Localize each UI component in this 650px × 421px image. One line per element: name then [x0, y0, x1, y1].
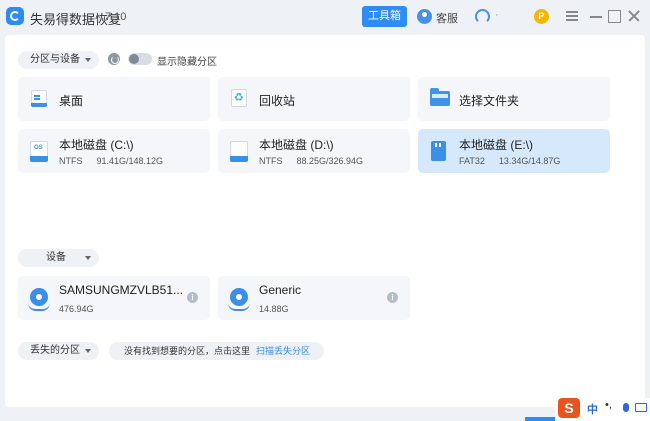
- drive-meta: NTFS 88.25G/326.94G: [259, 156, 363, 166]
- chevron-down-icon: [85, 349, 91, 353]
- menu-icon[interactable]: [565, 9, 579, 23]
- minimize-icon[interactable]: [589, 9, 603, 23]
- device-card-samsung[interactable]: SAMSUNGMZVLB51... 476.94G i: [18, 276, 210, 320]
- app-version: 7.10: [105, 11, 127, 23]
- info-icon[interactable]: i: [387, 292, 398, 303]
- drive-icon: [230, 141, 248, 162]
- drive-label: 本地磁盘 (C:\): [59, 138, 134, 152]
- drive-meta: NTFS 91.41G/148.12G: [59, 156, 163, 166]
- drive-usage: 91.41G/148.12G: [96, 156, 164, 166]
- info-icon[interactable]: i: [187, 292, 198, 303]
- usb-drive-icon: [431, 141, 446, 161]
- device-size: 14.88G: [259, 304, 289, 314]
- lost-partitions-dropdown[interactable]: 丢失的分区: [18, 342, 99, 360]
- drive-card-c[interactable]: OS 本地磁盘 (C:\) NTFS 91.41G/148.12G: [18, 129, 210, 173]
- maximize-icon[interactable]: [607, 9, 621, 23]
- drive-fs: FAT32: [459, 156, 485, 166]
- os-badge: OS: [34, 145, 43, 151]
- ime-mode[interactable]: 中: [587, 401, 598, 417]
- device-label: Generic: [259, 283, 302, 297]
- drive-label: 本地磁盘 (D:\): [259, 138, 334, 152]
- chevron-down-icon: [85, 58, 91, 62]
- customer-service-label[interactable]: 客服: [436, 10, 458, 26]
- lost-partitions-dropdown-label: 丢失的分区: [30, 345, 80, 356]
- show-hidden-toggle[interactable]: [128, 53, 152, 65]
- bottom-accent-strip: [525, 417, 555, 421]
- device-label: SAMSUNGMZVLB51...: [59, 283, 184, 297]
- location-card-select-folder[interactable]: 选择文件夹: [418, 77, 610, 121]
- ime-logo-icon[interactable]: S: [558, 398, 580, 418]
- main-panel: 分区与设备 显示隐藏分区 桌面 回收站 选择文件夹 OS 本地磁盘 (C:\) …: [5, 35, 645, 407]
- desktop-icon: [31, 90, 47, 107]
- recycle-bin-icon: [231, 89, 247, 107]
- drive-fs: NTFS: [259, 156, 283, 166]
- app-logo-icon: [6, 7, 24, 25]
- drive-card-e[interactable]: 本地磁盘 (E:\) FAT32 13.34G/14.87G: [418, 129, 610, 173]
- drive-card-d[interactable]: 本地磁盘 (D:\) NTFS 88.25G/326.94G: [218, 129, 410, 173]
- scan-lost-partitions-link[interactable]: 扫描丢失分区: [256, 346, 310, 356]
- ime-punctuation[interactable]: •,: [605, 399, 612, 411]
- show-hidden-label: 显示隐藏分区: [157, 57, 217, 68]
- title-bar: 失易得数据恢复 7.10 工具箱 客服 · P: [0, 0, 650, 34]
- drive-usage: 13.34G/14.87G: [498, 156, 561, 166]
- account-label[interactable]: ·: [495, 9, 499, 21]
- partitions-dropdown-label: 分区与设备: [30, 54, 80, 65]
- customer-service-icon[interactable]: [417, 9, 432, 24]
- chevron-down-icon: [85, 256, 91, 260]
- coin-icon[interactable]: P: [534, 9, 549, 24]
- microphone-icon[interactable]: [623, 403, 629, 412]
- devices-dropdown-label: 设备: [46, 252, 66, 263]
- keyboard-icon[interactable]: [635, 403, 647, 412]
- location-card-desktop[interactable]: 桌面: [18, 77, 210, 121]
- drive-meta: FAT32 13.34G/14.87G: [459, 156, 560, 166]
- disk-icon: [228, 288, 250, 311]
- location-label: 回收站: [259, 94, 296, 108]
- folder-icon: [430, 88, 450, 106]
- location-card-recycle-bin[interactable]: 回收站: [218, 77, 410, 121]
- toolbox-button[interactable]: 工具箱: [362, 6, 407, 27]
- system-drive-icon: OS: [30, 141, 48, 162]
- devices-dropdown[interactable]: 设备: [18, 249, 99, 267]
- ime-toolbar: S 中 •,: [555, 398, 650, 421]
- drive-label: 本地磁盘 (E:\): [459, 138, 533, 152]
- location-label: 选择文件夹: [459, 94, 520, 108]
- headset-icon[interactable]: [475, 9, 490, 24]
- device-size: 476.94G: [59, 304, 94, 314]
- close-icon[interactable]: [627, 9, 641, 23]
- partitions-dropdown[interactable]: 分区与设备: [18, 51, 99, 69]
- lost-partitions-hint: 没有找到想要的分区，点击这里 扫描丢失分区: [109, 342, 324, 360]
- location-label: 桌面: [59, 94, 84, 108]
- drive-usage: 88.25G/326.94G: [296, 156, 364, 166]
- refresh-icon[interactable]: [108, 53, 120, 65]
- hint-text: 没有找到想要的分区，点击这里: [124, 346, 251, 356]
- drive-fs: NTFS: [59, 156, 83, 166]
- disk-icon: [28, 288, 50, 311]
- device-card-generic[interactable]: Generic 14.88G i: [218, 276, 410, 320]
